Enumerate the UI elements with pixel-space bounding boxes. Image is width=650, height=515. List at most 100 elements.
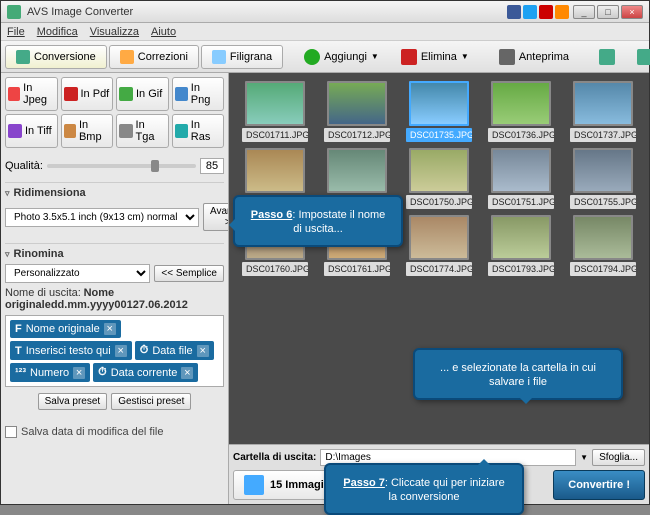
format-in-ras[interactable]: In Ras <box>172 114 225 148</box>
menu-file[interactable]: File <box>7 26 25 38</box>
thumbnail-label: DSC01793.JPG <box>488 262 554 276</box>
thumbnail-item[interactable]: DSC01750.JPG <box>401 148 477 209</box>
social-icons <box>507 5 569 19</box>
tab-conversion[interactable]: Conversione <box>5 45 107 69</box>
facebook-icon[interactable] <box>507 5 521 19</box>
rename-tag[interactable]: FNome originale× <box>10 320 121 338</box>
titlebar[interactable]: AVS Image Converter _ □ × <box>1 1 649 23</box>
chevron-down-icon[interactable]: ▿ <box>5 188 10 199</box>
main-toolbar: Conversione Correzioni Filigrana Aggiung… <box>1 41 649 73</box>
remove-tag-icon[interactable]: × <box>115 345 127 357</box>
remove-tag-icon[interactable]: × <box>181 367 193 379</box>
rename-mode-select[interactable]: Personalizzato <box>5 264 150 283</box>
format-icon <box>119 87 133 101</box>
manage-preset-button[interactable]: Gestisci preset <box>111 393 191 410</box>
rss-icon[interactable] <box>555 5 569 19</box>
thumbnail-item[interactable]: DSC01794.JPG <box>565 215 641 276</box>
rotate-right-button[interactable] <box>628 44 650 70</box>
resize-preset-select[interactable]: Photo 3.5x5.1 inch (9x13 cm) normal <box>5 208 199 227</box>
rename-tag[interactable]: ⏱Data corrente× <box>93 363 198 382</box>
minimize-button[interactable]: _ <box>573 5 595 19</box>
thumbnail-image <box>327 148 387 193</box>
close-button[interactable]: × <box>621 5 643 19</box>
format-icon <box>119 124 133 138</box>
convert-button[interactable]: Convertire ! <box>553 470 645 500</box>
convert-icon <box>16 50 30 64</box>
thumbnail-label: DSC01755.JPG <box>570 195 636 209</box>
format-in-tga[interactable]: In Tga <box>116 114 169 148</box>
thumbnail-label: DSC01712.JPG <box>324 128 390 142</box>
remove-tag-icon[interactable]: × <box>104 323 116 335</box>
format-icon <box>8 124 22 138</box>
quality-input[interactable] <box>200 158 224 174</box>
remove-button[interactable]: Elimina▼ <box>392 44 478 70</box>
thumbnail-item[interactable]: DSC01751.JPG <box>483 148 559 209</box>
simple-button[interactable]: << Semplice <box>154 265 224 282</box>
thumbnail-item[interactable]: DSC01735.JPG <box>401 81 477 142</box>
tab-watermark[interactable]: Filigrana <box>201 45 283 69</box>
thumbnail-label: DSC01737.JPG <box>570 128 636 142</box>
app-window: AVS Image Converter _ □ × File Modifica … <box>0 0 650 505</box>
keep-date-checkbox[interactable]: Salva data di modifica del file <box>5 426 224 438</box>
format-in-gif[interactable]: In Gif <box>116 77 169 111</box>
rename-tag[interactable]: TInserisci testo qui× <box>10 341 132 360</box>
thumbnail-item[interactable]: DSC01793.JPG <box>483 215 559 276</box>
youtube-icon[interactable] <box>539 5 553 19</box>
thumbnail-item[interactable]: DSC01737.JPG <box>565 81 641 142</box>
format-in-pdf[interactable]: In Pdf <box>61 77 114 111</box>
format-icon <box>64 87 78 101</box>
save-preset-button[interactable]: Salva preset <box>38 393 108 410</box>
format-in-jpeg[interactable]: In Jpeg <box>5 77 58 111</box>
thumbnail-item[interactable]: DSC01755.JPG <box>565 148 641 209</box>
thumbnail-label: DSC01736.JPG <box>488 128 554 142</box>
x-icon <box>401 49 417 65</box>
plus-icon <box>304 49 320 65</box>
window-title: AVS Image Converter <box>27 6 507 18</box>
rename-tag[interactable]: ⏱Data file× <box>135 341 214 360</box>
thumbnail-label: DSC01794.JPG <box>570 262 636 276</box>
thumbnail-image <box>245 81 305 126</box>
rename-tags: FNome originale×TInserisci testo qui×⏱Da… <box>5 315 224 387</box>
menu-view[interactable]: Visualizza <box>90 26 139 38</box>
thumbnail-item[interactable]: DSC01774.JPG <box>401 215 477 276</box>
rotate-left-button[interactable] <box>590 44 624 70</box>
thumbnail-image <box>245 148 305 193</box>
thumbnail-label: DSC01774.JPG <box>406 262 472 276</box>
output-folder-label: Cartella di uscita: <box>233 452 316 463</box>
rename-tag[interactable]: ¹²³Numero× <box>10 363 90 382</box>
preview-button[interactable]: Anteprima <box>490 44 578 70</box>
callout-folder: ... e selezionate la cartella in cui sal… <box>413 348 623 400</box>
browse-button[interactable]: Sfoglia... <box>592 449 645 466</box>
rotate-left-icon <box>599 49 615 65</box>
thumbnail-item[interactable]: DSC01711.JPG <box>237 81 313 142</box>
thumbnail-image <box>409 81 469 126</box>
maximize-button[interactable]: □ <box>597 5 619 19</box>
remove-tag-icon[interactable]: × <box>197 345 209 357</box>
menu-edit[interactable]: Modifica <box>37 26 78 38</box>
resize-header: Ridimensiona <box>14 187 86 199</box>
thumbnail-label: DSC01711.JPG <box>242 128 308 142</box>
tab-corrections[interactable]: Correzioni <box>109 45 199 69</box>
thumbnail-label: DSC01751.JPG <box>488 195 554 209</box>
thumbnail-image <box>573 81 633 126</box>
thumbnail-item[interactable]: DSC01736.JPG <box>483 81 559 142</box>
format-in-bmp[interactable]: In Bmp <box>61 114 114 148</box>
menu-bar: File Modifica Visualizza Aiuto <box>1 23 649 41</box>
thumbnail-image <box>491 215 551 260</box>
quality-slider[interactable] <box>47 164 196 168</box>
thumbnail-image <box>327 81 387 126</box>
thumbnail-label: DSC01761.JPG <box>324 262 390 276</box>
add-button[interactable]: Aggiungi▼ <box>295 44 388 70</box>
format-in-tiff[interactable]: In Tiff <box>5 114 58 148</box>
thumbnail-item[interactable]: DSC01712.JPG <box>319 81 395 142</box>
chevron-down-icon[interactable]: ▿ <box>5 249 10 260</box>
right-panel: DSC01711.JPGDSC01712.JPGDSC01735.JPGDSC0… <box>229 73 649 504</box>
menu-help[interactable]: Aiuto <box>151 26 176 38</box>
left-panel: In JpegIn PdfIn GifIn PngIn TiffIn BmpIn… <box>1 73 229 504</box>
twitter-icon[interactable] <box>523 5 537 19</box>
format-in-png[interactable]: In Png <box>172 77 225 111</box>
format-icon <box>175 87 188 101</box>
images-icon <box>244 475 264 495</box>
remove-tag-icon[interactable]: × <box>73 367 85 379</box>
thumbnail-image <box>409 148 469 193</box>
